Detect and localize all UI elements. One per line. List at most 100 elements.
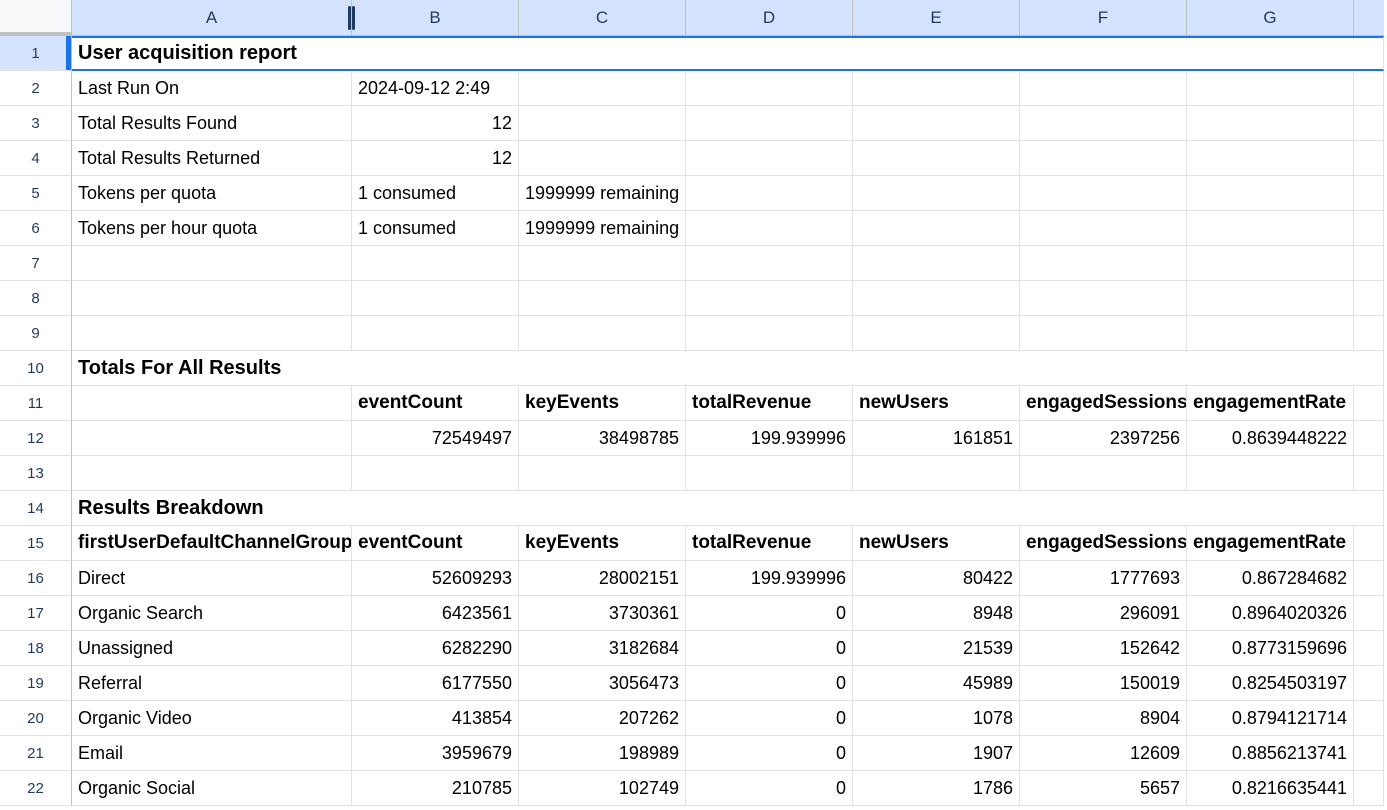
cell-F13[interactable] xyxy=(1020,456,1187,491)
cell-F9[interactable] xyxy=(1020,316,1187,351)
cell-B22[interactable]: 210785 xyxy=(352,771,519,806)
cell-A5[interactable]: Tokens per quota xyxy=(72,176,352,211)
cell-F3[interactable] xyxy=(1020,106,1187,141)
cell-E16[interactable]: 80422 xyxy=(853,561,1020,596)
row-header-14[interactable]: 14 xyxy=(0,491,72,526)
cell-E2[interactable] xyxy=(853,71,1020,106)
cell-F12[interactable]: 2397256 xyxy=(1020,421,1187,456)
cell-A8[interactable] xyxy=(72,281,352,316)
col-header-C[interactable]: C xyxy=(519,0,686,36)
cell-A22[interactable]: Organic Social xyxy=(72,771,352,806)
cell-C3[interactable] xyxy=(519,106,686,141)
cell-F19[interactable]: 150019 xyxy=(1020,666,1187,701)
cell-G9[interactable] xyxy=(1187,316,1354,351)
cell-B12[interactable]: 72549497 xyxy=(352,421,519,456)
cell-F7[interactable] xyxy=(1020,246,1187,281)
cell-G8[interactable] xyxy=(1187,281,1354,316)
cell-H9[interactable] xyxy=(1354,316,1384,351)
cell-B2[interactable]: 2024-09-12 2:49 xyxy=(352,71,519,106)
cell-F5[interactable] xyxy=(1020,176,1187,211)
col-header-B[interactable]: B xyxy=(352,0,519,36)
cell-A15[interactable]: firstUserDefaultChannelGroup xyxy=(72,526,352,561)
row-header-2[interactable]: 2 xyxy=(0,71,72,106)
row-header-16[interactable]: 16 xyxy=(0,561,72,596)
cell-B4[interactable]: 12 xyxy=(352,141,519,176)
cell-B6[interactable]: 1 consumed xyxy=(352,211,519,246)
cell-A17[interactable]: Organic Search xyxy=(72,596,352,631)
cell-D6[interactable] xyxy=(686,211,853,246)
cell-G21[interactable]: 0.8856213741 xyxy=(1187,736,1354,771)
cell-C15[interactable]: keyEvents xyxy=(519,526,686,561)
cell-A4[interactable]: Total Results Returned xyxy=(72,141,352,176)
cell-D8[interactable] xyxy=(686,281,853,316)
col-header-G[interactable]: G xyxy=(1187,0,1354,36)
row-header-9[interactable]: 9 xyxy=(0,316,72,351)
cell-F18[interactable]: 152642 xyxy=(1020,631,1187,666)
cell-H8[interactable] xyxy=(1354,281,1384,316)
cell-C16[interactable]: 28002151 xyxy=(519,561,686,596)
cell-E21[interactable]: 1907 xyxy=(853,736,1020,771)
cell-D15[interactable]: totalRevenue xyxy=(686,526,853,561)
cell-F4[interactable] xyxy=(1020,141,1187,176)
row-header-17[interactable]: 17 xyxy=(0,596,72,631)
cell-A19[interactable]: Referral xyxy=(72,666,352,701)
cell-G4[interactable] xyxy=(1187,141,1354,176)
row-header-6[interactable]: 6 xyxy=(0,211,72,246)
row-header-19[interactable]: 19 xyxy=(0,666,72,701)
cell-A9[interactable] xyxy=(72,316,352,351)
cell-D9[interactable] xyxy=(686,316,853,351)
cell-G6[interactable] xyxy=(1187,211,1354,246)
cell-C8[interactable] xyxy=(519,281,686,316)
cell-A2[interactable]: Last Run On xyxy=(72,71,352,106)
cell-H16[interactable] xyxy=(1354,561,1384,596)
cell-H11[interactable] xyxy=(1354,386,1384,421)
cell-C12[interactable]: 38498785 xyxy=(519,421,686,456)
row-header-13[interactable]: 13 xyxy=(0,456,72,491)
cell-H12[interactable] xyxy=(1354,421,1384,456)
row-header-22[interactable]: 22 xyxy=(0,771,72,806)
cell-A20[interactable]: Organic Video xyxy=(72,701,352,736)
spreadsheet-grid[interactable]: A B C D E F G 1 User acquisition report … xyxy=(0,0,1387,806)
cell-D11[interactable]: totalRevenue xyxy=(686,386,853,421)
cell-C13[interactable] xyxy=(519,456,686,491)
cell-G2[interactable] xyxy=(1187,71,1354,106)
cell-C22[interactable]: 102749 xyxy=(519,771,686,806)
cell-B3[interactable]: 12 xyxy=(352,106,519,141)
cell-F16[interactable]: 1777693 xyxy=(1020,561,1187,596)
cell-A11[interactable] xyxy=(72,386,352,421)
row-header-10[interactable]: 10 xyxy=(0,351,72,386)
cell-B15[interactable]: eventCount xyxy=(352,526,519,561)
cell-B21[interactable]: 3959679 xyxy=(352,736,519,771)
select-all-corner[interactable] xyxy=(0,0,72,36)
cell-B20[interactable]: 413854 xyxy=(352,701,519,736)
cell-E4[interactable] xyxy=(853,141,1020,176)
column-resize-handle[interactable] xyxy=(346,4,356,31)
cell-G20[interactable]: 0.8794121714 xyxy=(1187,701,1354,736)
cell-E20[interactable]: 1078 xyxy=(853,701,1020,736)
cell-G19[interactable]: 0.8254503197 xyxy=(1187,666,1354,701)
row-header-3[interactable]: 3 xyxy=(0,106,72,141)
cell-B19[interactable]: 6177550 xyxy=(352,666,519,701)
cell-E8[interactable] xyxy=(853,281,1020,316)
cell-B8[interactable] xyxy=(352,281,519,316)
row-header-15[interactable]: 15 xyxy=(0,526,72,561)
cell-C7[interactable] xyxy=(519,246,686,281)
cell-A10[interactable]: Totals For All Results xyxy=(72,351,1384,386)
cell-A7[interactable] xyxy=(72,246,352,281)
cell-H22[interactable] xyxy=(1354,771,1384,806)
cell-F22[interactable]: 5657 xyxy=(1020,771,1187,806)
cell-C18[interactable]: 3182684 xyxy=(519,631,686,666)
cell-G15[interactable]: engagementRate xyxy=(1187,526,1354,561)
cell-E22[interactable]: 1786 xyxy=(853,771,1020,806)
col-header-E[interactable]: E xyxy=(853,0,1020,36)
cell-D2[interactable] xyxy=(686,71,853,106)
cell-A13[interactable] xyxy=(72,456,352,491)
cell-E5[interactable] xyxy=(853,176,1020,211)
cell-A1[interactable]: User acquisition report xyxy=(72,36,1384,71)
cell-H19[interactable] xyxy=(1354,666,1384,701)
cell-B13[interactable] xyxy=(352,456,519,491)
cell-D16[interactable]: 199.939996 xyxy=(686,561,853,596)
row-header-18[interactable]: 18 xyxy=(0,631,72,666)
cell-B7[interactable] xyxy=(352,246,519,281)
cell-F8[interactable] xyxy=(1020,281,1187,316)
